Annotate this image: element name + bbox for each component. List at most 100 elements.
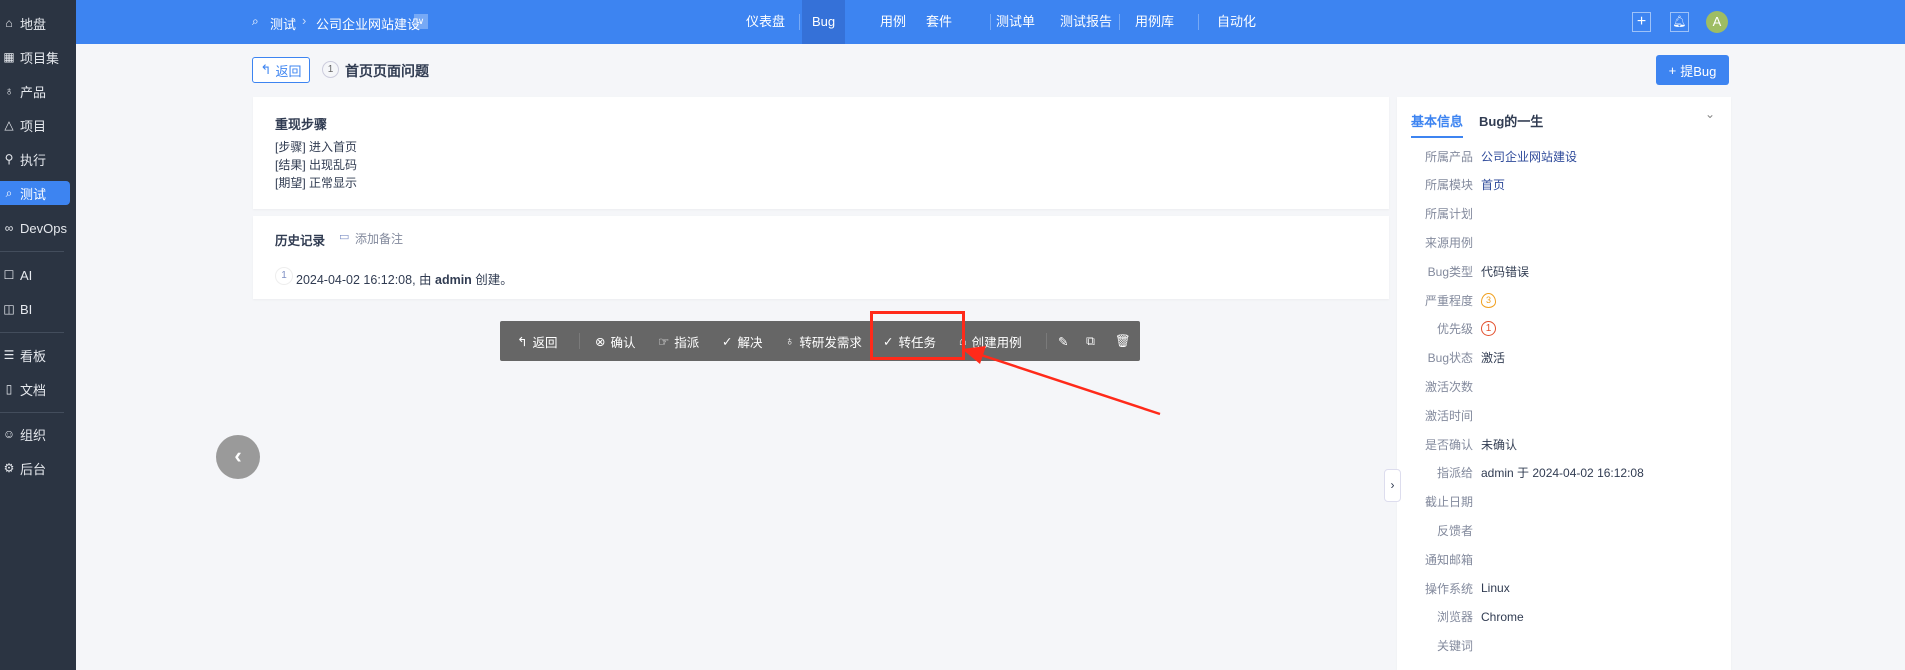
grid-icon: ▦	[3, 50, 15, 64]
sidebar: ⌂ 地盘 ▦ 项目集 ♁ 产品 △ 项目 ⚲ 执行 ⌕ 测试 ∞ DevOps ☐ AI ◫ BI ☰ 看板 ▯ 文档 ☺ 组…	[0, 0, 76, 670]
comment-icon: ▭	[339, 231, 350, 243]
history-entry-number: 1	[275, 267, 293, 285]
sidebar-item-10[interactable]: ▯ 文档	[0, 377, 70, 401]
back-arrow-icon: ↰	[517, 334, 528, 349]
back-button[interactable]: ↰ 返回	[252, 57, 310, 83]
nav-tab-6[interactable]: 用例库	[1135, 0, 1174, 44]
chart-icon: ◫	[3, 302, 15, 316]
info-value-link[interactable]: 首页	[1481, 176, 1505, 193]
avatar[interactable]: A	[1706, 11, 1728, 33]
info-value-link[interactable]: 公司企业网站建设	[1481, 148, 1577, 165]
sidebar-item-6[interactable]: ∞ DevOps	[0, 216, 70, 240]
sidebar-item-11[interactable]: ☺ 组织	[0, 422, 70, 446]
sidebar-item-7[interactable]: ☐ AI	[0, 263, 70, 287]
nav-tab-1[interactable]: Bug	[802, 0, 846, 44]
sidebar-item-12[interactable]: ⚙ 后台	[0, 456, 70, 480]
tab-basic-info[interactable]: 基本信息	[1411, 111, 1464, 138]
product-dropdown-chevron-icon[interactable]: ∨	[414, 14, 428, 29]
bell-icon[interactable]: 🔔︎	[1670, 12, 1689, 32]
kanban-icon: ☰	[3, 348, 15, 362]
info-row: 关键词	[1397, 636, 1731, 656]
info-label: 反馈者	[1436, 523, 1473, 538]
nav-tab-7[interactable]: 自动化	[1217, 0, 1256, 44]
severity-flame-icon: 3	[1481, 292, 1496, 308]
search-icon: ⌕	[5, 185, 13, 200]
back-label: 返回	[275, 63, 302, 79]
nav-tab-3[interactable]: 套件	[926, 0, 952, 44]
sidebar-item-5[interactable]: ⌕ 测试	[0, 181, 70, 205]
priority-badge: 1	[1481, 321, 1496, 337]
confirm-icon: ⊗	[595, 334, 606, 349]
info-label: 所属计划	[1424, 207, 1473, 222]
history-entry-time: 2024-04-02 16:12:08, 由	[296, 273, 435, 287]
sidebar-item-8[interactable]: ◫ BI	[0, 297, 70, 321]
info-row: 所属产品 公司企业网站建设	[1397, 146, 1731, 166]
resolve-label: 解决	[737, 335, 763, 350]
nav-tab-2[interactable]: 用例	[880, 0, 906, 44]
previous-bug-button[interactable]: ‹	[216, 435, 260, 479]
resolve-button[interactable]: ✓ 解决	[722, 321, 763, 361]
home-icon: ⌂	[5, 16, 13, 30]
info-label: 截止日期	[1424, 495, 1473, 510]
assign-label: 指派	[674, 335, 700, 350]
history-title: 历史记录	[275, 234, 326, 248]
annotation-arrow	[962, 346, 1161, 416]
tab-bug-life[interactable]: Bug的一生	[1479, 111, 1543, 130]
sidebar-item-3[interactable]: △ 项目	[0, 113, 70, 137]
nav-tab-0[interactable]: 仪表盘	[746, 0, 785, 44]
info-label: 指派给	[1436, 466, 1473, 481]
info-value: admin 于 2024-04-02 16:12:08	[1481, 466, 1644, 481]
toolbar-back-label: 返回	[532, 335, 558, 350]
bug-title: 首页页面问题	[345, 63, 429, 79]
info-row: 反馈者	[1397, 520, 1731, 540]
info-value: Chrome	[1481, 609, 1524, 624]
sidebar-item-label: BI	[20, 301, 33, 317]
report-bug-button[interactable]: + 提Bug	[1656, 55, 1729, 85]
info-label: 所属模块	[1424, 178, 1473, 193]
sidebar-item-0[interactable]: ⌂ 地盘	[0, 11, 70, 35]
confirm-button[interactable]: ⊗ 确认	[595, 321, 636, 361]
info-label: 关键词	[1436, 639, 1473, 654]
gear-icon: ⚙	[3, 461, 15, 475]
toolbar-divider	[579, 333, 580, 349]
add-note-link[interactable]: 添加备注	[355, 230, 403, 247]
to-story-label: 转研发需求	[799, 335, 862, 350]
nav-divider	[799, 14, 800, 30]
info-label: 所属产品	[1424, 149, 1473, 164]
sidebar-divider	[0, 251, 64, 252]
info-row: 浏览器 Chrome	[1397, 607, 1731, 627]
chevron-down-icon[interactable]: ⌄	[1705, 107, 1715, 121]
info-row: 是否确认 未确认	[1397, 434, 1731, 454]
sidebar-item-9[interactable]: ☰ 看板	[0, 343, 70, 367]
to-story-button[interactable]: ♁ 转研发需求	[785, 321, 862, 361]
sidebar-item-1[interactable]: ▦ 项目集	[0, 45, 70, 69]
panel-toggle-button[interactable]: ›	[1384, 469, 1401, 502]
breadcrumb-module[interactable]: 测试	[270, 14, 296, 33]
toolbar-back-button[interactable]: ↰ 返回	[517, 321, 558, 361]
assign-button[interactable]: ☞ 指派	[658, 321, 699, 361]
sidebar-item-label: AI	[20, 267, 33, 283]
history-entry-user: admin	[435, 273, 472, 287]
info-row: 指派给 admin 于 2024-04-02 16:12:08	[1397, 463, 1731, 483]
info-row: 来源用例	[1397, 232, 1731, 252]
nav-tab-4[interactable]: 测试单	[996, 0, 1035, 44]
sidebar-item-label: 产品	[20, 84, 47, 100]
sidebar-item-label: 项目集	[20, 50, 60, 66]
plus-icon: +	[1668, 62, 1677, 78]
sidebar-item-label: 测试	[20, 186, 47, 202]
info-label: 优先级	[1436, 322, 1473, 337]
steps-title: 重现步骤	[275, 117, 328, 132]
rocket-icon: △	[4, 118, 14, 132]
info-value: 未确认	[1481, 437, 1518, 452]
info-label: 激活时间	[1424, 408, 1473, 423]
nav-divider	[990, 14, 991, 30]
breadcrumb-product[interactable]: 公司企业网站建设	[316, 14, 420, 33]
info-value: 代码错误	[1481, 264, 1530, 279]
sidebar-item-4[interactable]: ⚲ 执行	[0, 147, 70, 171]
plus-icon[interactable]: +	[1632, 12, 1651, 32]
sidebar-item-label: 地盘	[20, 16, 47, 32]
nav-tab-5[interactable]: 测试报告	[1060, 0, 1112, 44]
bug-id-badge: 1	[322, 61, 339, 78]
top-bar: ⌕ 测试 › 公司企业网站建设 ∨ 仪表盘 Bug 用例 套件 测试单 测试报告 用例库 自动…	[76, 0, 1905, 44]
sidebar-item-2[interactable]: ♁ 产品	[0, 79, 70, 103]
